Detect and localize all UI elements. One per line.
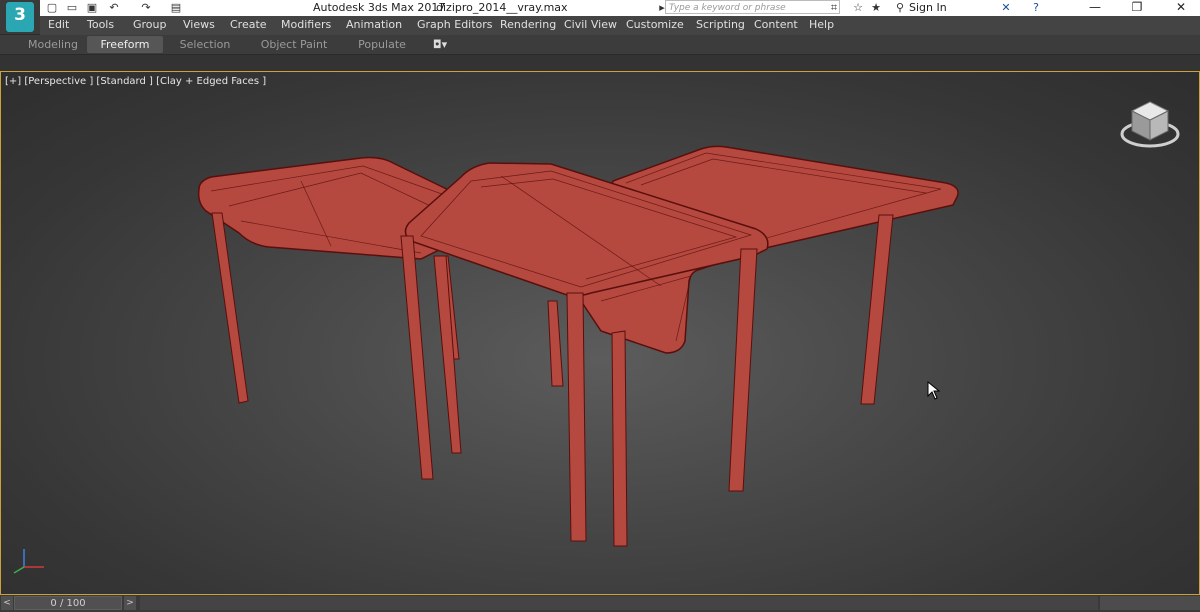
app-logo: 3 [6,2,34,32]
menu-rendering[interactable]: Rendering [500,18,556,31]
mouse-cursor-icon [927,381,941,400]
tab-populate[interactable]: Populate [350,36,414,53]
timeline-track[interactable] [140,596,1098,610]
app-title: Autodesk 3ds Max 2017 [313,1,446,14]
app-menu-button[interactable]: 3 [0,0,40,34]
menu-civil-view[interactable]: Civil View [564,18,617,31]
table-leg [547,300,564,387]
save-icon[interactable]: ▣ [84,0,100,16]
menu-modifiers[interactable]: Modifiers [281,18,331,31]
table-leg [611,330,628,547]
viewport-label[interactable]: [+] [Perspective ] [Standard ] [Clay + E… [5,76,266,87]
binoculars-icon[interactable]: ⌗ [826,0,842,16]
table-leg [860,214,894,405]
menu-views[interactable]: Views [183,18,215,31]
x-exchange-icon[interactable]: ✕ [998,0,1014,16]
time-slider-next-button[interactable]: > [124,596,136,610]
tab-selection[interactable]: Selection [170,36,240,53]
new-file-icon[interactable]: ▢ [44,0,60,16]
undo-icon[interactable]: ↶ [106,0,122,16]
menu-content[interactable]: Content [754,18,798,31]
search-input[interactable]: Type a keyword or phrase [665,0,840,14]
menu-tools[interactable]: Tools [87,18,114,31]
ribbon-panel [0,55,1200,71]
axis-tripod-icon [13,549,44,574]
open-icon[interactable]: ▭ [64,0,80,16]
time-slider[interactable]: 0 / 100 [14,596,122,610]
table-leg [728,248,758,492]
menu-group[interactable]: Group [133,18,167,31]
menu-edit[interactable]: Edit [48,18,69,31]
menu-create[interactable]: Create [230,18,267,31]
star-icon[interactable]: ☆ [850,0,866,16]
table-leg [566,292,587,542]
menu-customize[interactable]: Customize [626,18,684,31]
menu-help[interactable]: Help [809,18,834,31]
file-name: dizipro_2014__vray.max [436,1,568,14]
help-icon[interactable]: ? [1028,0,1044,16]
table-leg [400,235,434,480]
tab-freeform[interactable]: Freeform [87,36,163,53]
user-icon[interactable]: ⚲ [892,0,908,16]
tab-object-paint[interactable]: Object Paint [255,36,333,53]
project-icon[interactable]: ▤ [168,0,184,16]
time-slider-prev-button[interactable]: < [1,596,13,610]
viewcube-icon[interactable] [1116,98,1184,158]
timeline-end [1100,596,1200,610]
minimize-icon[interactable]: — [1078,0,1112,16]
menu-scripting[interactable]: Scripting [696,18,745,31]
redo-icon[interactable]: ↷ [138,0,154,16]
tab-modeling[interactable]: Modeling [22,36,84,53]
menu-animation[interactable]: Animation [346,18,402,31]
restore-icon[interactable]: ❐ [1120,0,1154,16]
perspective-viewport[interactable] [0,71,1200,595]
favorites-icon[interactable]: ★ [868,0,884,16]
table-leg [211,212,249,404]
ribbon-options-icon[interactable]: ◘▾ [428,36,452,53]
table-scene [197,145,959,547]
close-icon[interactable]: ✕ [1164,0,1198,16]
menu-graph-editors[interactable]: Graph Editors [417,18,493,31]
sign-in-button[interactable]: Sign In [909,1,947,14]
